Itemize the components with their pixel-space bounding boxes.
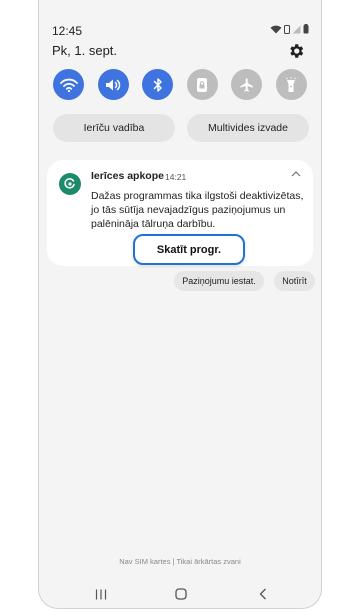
no-sim-icon	[284, 25, 290, 34]
back-icon	[259, 588, 266, 600]
media-output-button[interactable]: Multivides izvade	[187, 114, 309, 142]
status-bar: 12:45	[39, 0, 321, 48]
home-icon	[175, 588, 187, 600]
wifi-icon	[59, 78, 78, 92]
airplane-toggle[interactable]	[231, 69, 263, 100]
device-care-icon	[64, 178, 75, 189]
notification-card[interactable]: Ierīces apkope 14:21 Dažas programmas ti…	[47, 160, 313, 266]
battery-icon	[303, 24, 309, 34]
quick-actions-row: Ierīču vadība Multivides izvade	[53, 114, 309, 142]
settings-gear-icon[interactable]	[287, 42, 305, 60]
date-label: Pk, 1. sept.	[52, 43, 118, 58]
chevron-up-icon[interactable]	[291, 170, 301, 178]
clear-notifications-button[interactable]: Notīrīt	[274, 271, 315, 291]
rotation-lock-toggle[interactable]	[186, 69, 218, 100]
recents-icon	[95, 589, 107, 599]
airplane-icon	[240, 77, 253, 92]
view-apps-button[interactable]: Skatīt progr.	[133, 234, 245, 265]
wifi-status-icon	[270, 25, 282, 34]
device-control-button[interactable]: Ierīču vadība	[53, 114, 175, 142]
signal-icon	[292, 25, 301, 34]
flashlight-icon	[286, 76, 297, 92]
notification-settings-button[interactable]: Paziņojumu iestat.	[174, 271, 264, 291]
notification-time: 14:21	[165, 172, 187, 182]
notification-app-name: Ierīces apkope	[91, 170, 164, 182]
home-button[interactable]	[169, 583, 193, 605]
sound-icon	[106, 79, 121, 90]
device-care-app-icon	[59, 173, 81, 195]
carrier-status-text: Nav SIM kartes | Tikai ārkārtas zvani	[119, 557, 241, 566]
wifi-toggle[interactable]	[53, 69, 84, 100]
phone-screen: 12:45 Pk, 1. sept. Ierīču vadība Multivi…	[38, 0, 322, 609]
quick-settings-row	[53, 69, 307, 100]
bluetooth-icon	[153, 77, 162, 92]
flashlight-toggle[interactable]	[275, 69, 307, 100]
status-time: 12:45	[52, 24, 83, 38]
notification-body: Dažas programmas tika ilgstoši deaktiviz…	[91, 190, 304, 231]
back-button[interactable]	[251, 583, 275, 605]
bluetooth-toggle[interactable]	[142, 69, 174, 100]
lock-icon	[197, 77, 208, 92]
navigation-bar	[39, 583, 321, 605]
recents-button[interactable]	[89, 583, 113, 605]
sound-toggle[interactable]	[97, 69, 129, 100]
status-icons	[270, 24, 309, 34]
